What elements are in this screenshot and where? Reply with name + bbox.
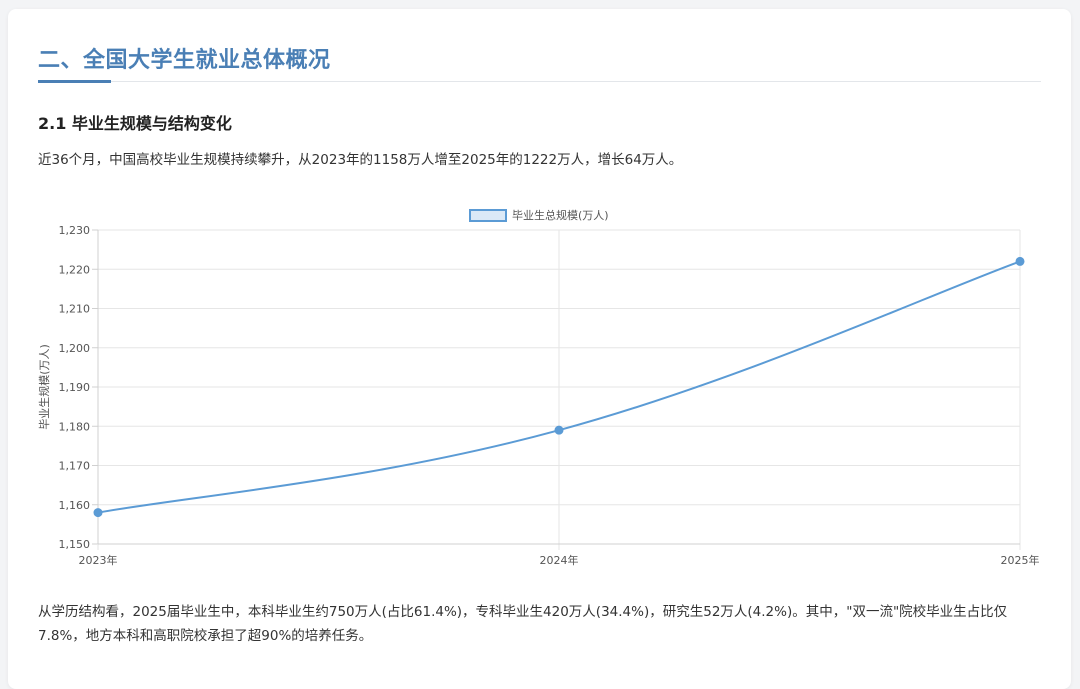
title-divider xyxy=(38,81,1041,82)
y-tick-label: 1,210 xyxy=(59,303,91,316)
y-tick-label: 1,160 xyxy=(59,499,91,512)
y-axis-label: 毕业生规模(万人) xyxy=(37,344,51,430)
x-tick-label: 2024年 xyxy=(540,553,579,567)
legend-label: 毕业生总规模(万人) xyxy=(512,208,609,222)
data-point xyxy=(554,425,564,435)
x-tick-label: 2025年 xyxy=(1001,553,1040,567)
section-title: 二、全国大学生就业总体概况 xyxy=(38,48,331,73)
y-tick-label: 1,220 xyxy=(59,263,91,276)
structure-paragraph: 从学历结构看，2025届毕业生中，本科毕业生约750万人(占比61.4%)，专科… xyxy=(38,604,1008,644)
x-tick-label: 2023年 xyxy=(79,553,118,567)
title-accent-bar xyxy=(38,80,111,83)
chart-legend[interactable]: 毕业生总规模(万人) xyxy=(469,208,609,222)
legend-swatch xyxy=(469,209,507,222)
y-tick-label: 1,200 xyxy=(59,342,91,355)
x-axis-ticks: 2023年 2024年 2025年 xyxy=(79,553,1040,567)
data-point xyxy=(93,508,103,518)
y-tick-label: 1,150 xyxy=(59,538,91,551)
y-tick-label: 1,170 xyxy=(59,460,91,473)
y-axis-ticks: 1,150 1,160 1,170 1,180 1,190 1,200 1,210 1,220… xyxy=(59,224,91,551)
y-tick-label: 1,230 xyxy=(59,224,91,237)
data-point xyxy=(1015,256,1025,266)
y-tick-label: 1,190 xyxy=(59,381,91,394)
y-tick-label: 1,180 xyxy=(59,420,91,433)
intro-paragraph: 近36个月，中国高校毕业生规模持续攀升，从2023年的1158万人增至2025年… xyxy=(38,152,683,168)
line-chart: 1,150 1,160 1,170 1,180 1,190 1,200 1,210 1,220… xyxy=(37,208,1040,567)
chart-grid xyxy=(92,229,1021,550)
subsection-title: 2.1 毕业生规模与结构变化 xyxy=(38,114,232,133)
